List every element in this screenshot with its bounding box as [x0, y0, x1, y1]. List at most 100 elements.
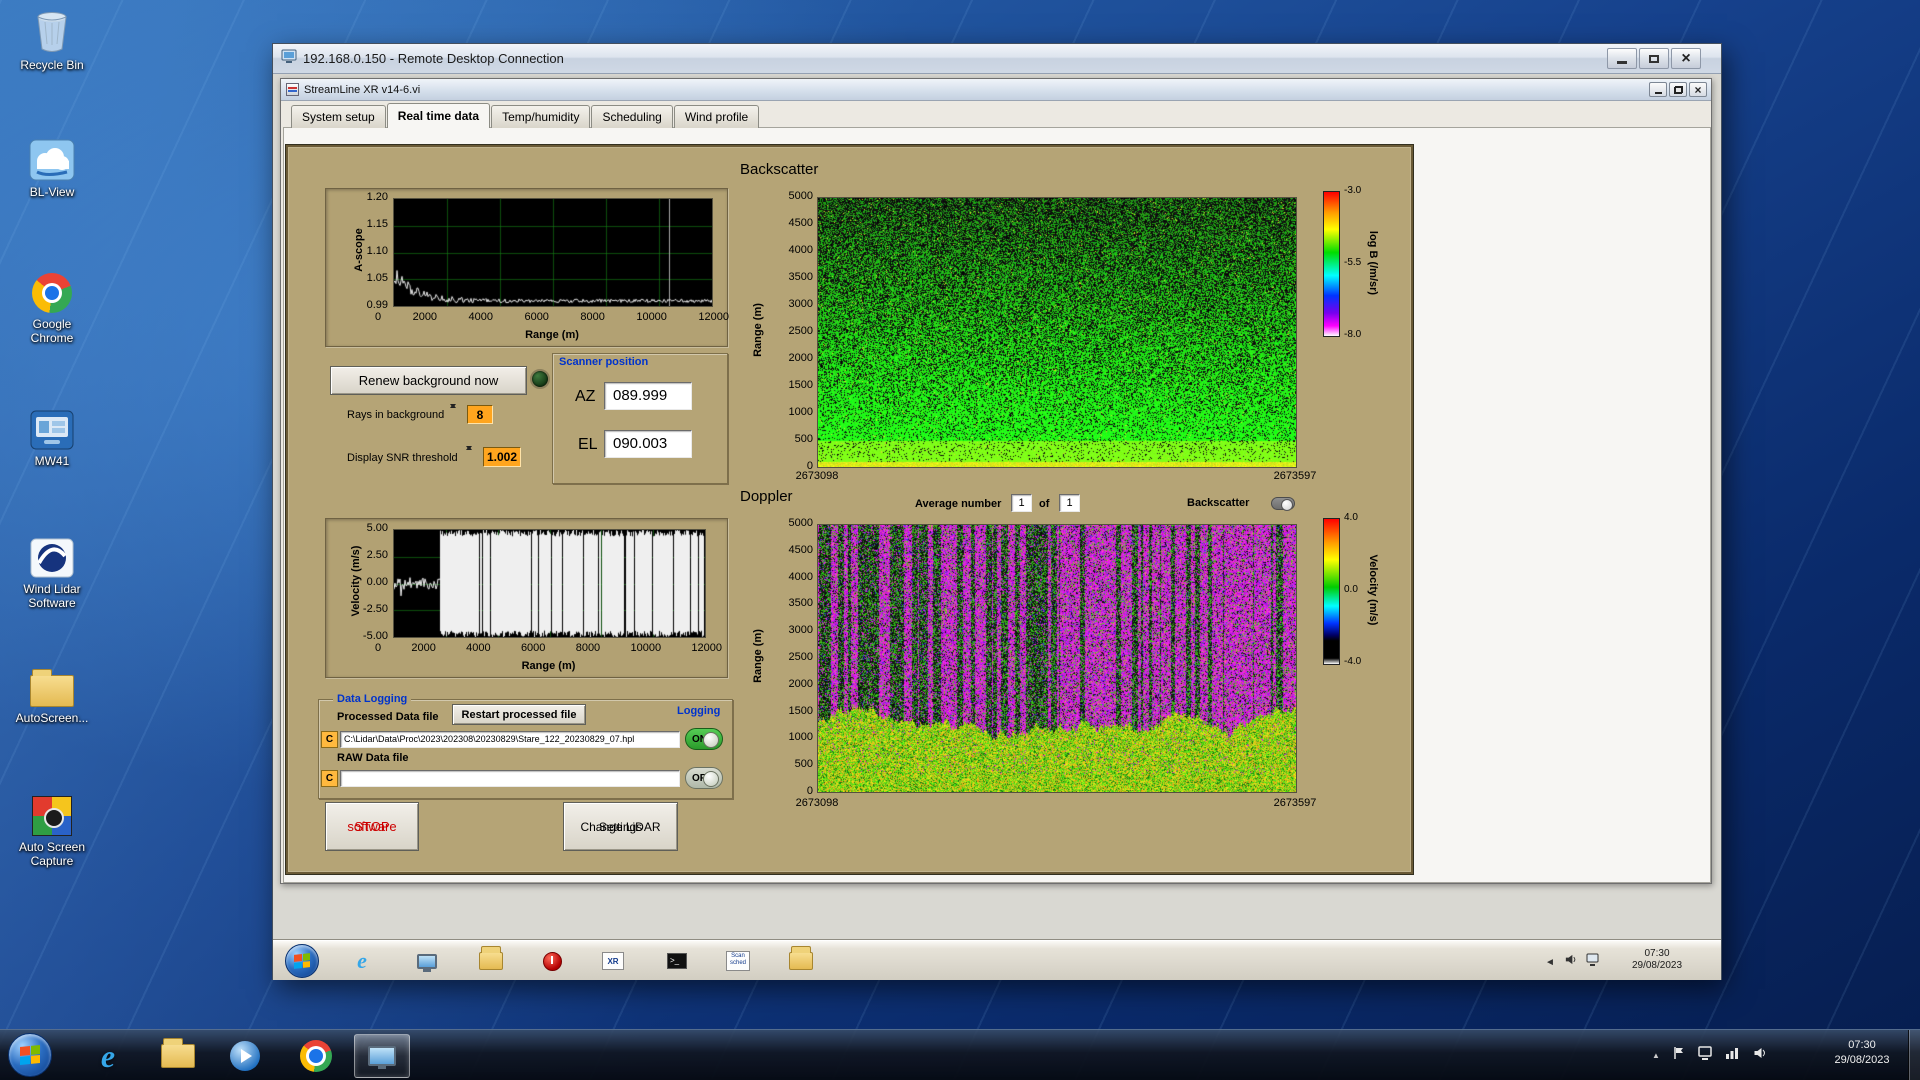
mw41-icon: [4, 404, 100, 450]
app-close-button[interactable]: ×: [1689, 82, 1707, 97]
tray-expand-icon[interactable]: ▲: [1652, 1051, 1660, 1060]
remote-task-scan-scheduler[interactable]: Scan sched: [723, 947, 753, 975]
desktop-icon-label: AutoScreen...: [15, 711, 89, 725]
streamline-titlebar[interactable]: StreamLine XR v14-6.vi ×: [281, 79, 1711, 101]
network-icon[interactable]: [1725, 1046, 1740, 1065]
change-lidar-settings-button[interactable]: Change LiDAR Settings: [563, 802, 678, 851]
speaker-icon[interactable]: [1564, 953, 1577, 971]
tab-real-time-data[interactable]: Real time data: [386, 103, 491, 128]
tab-wind-profile[interactable]: Wind profile: [673, 105, 760, 128]
processed-logging-on-switch[interactable]: ON: [685, 728, 723, 750]
tick-label: 6000: [520, 642, 546, 654]
desktop-icon-wind-lidar[interactable]: Wind Lidar Software: [4, 532, 100, 610]
average-first-field[interactable]: 1: [1011, 494, 1032, 512]
snr-value-field[interactable]: 1.002: [483, 447, 521, 467]
remote-task-internet-explorer[interactable]: e: [347, 947, 377, 975]
tick-label: 500: [794, 758, 813, 771]
taskbar-remote-desktop-active[interactable]: [354, 1034, 410, 1078]
host-clock[interactable]: 07:30 29/08/2023: [1822, 1038, 1902, 1068]
velocity-x-axis-label: Range (m): [521, 660, 576, 672]
raw-path-field[interactable]: [340, 770, 680, 787]
app-minimize-button[interactable]: [1649, 82, 1667, 97]
start-button[interactable]: [8, 1033, 52, 1077]
tab-system-setup[interactable]: System setup: [291, 105, 386, 128]
tray-collapse-icon[interactable]: ◄: [1545, 957, 1555, 968]
remote-task-bl-view[interactable]: [476, 946, 506, 975]
rdp-minimize-button[interactable]: [1607, 48, 1637, 69]
tick-label: 1500: [788, 379, 813, 391]
remote-task-power[interactable]: [537, 947, 567, 975]
rdp-titlebar[interactable]: 192.168.0.150 - Remote Desktop Connectio…: [273, 44, 1721, 74]
rays-in-background-label: Rays in background: [347, 409, 445, 421]
tick-label: 8000: [575, 642, 601, 654]
rdp-maximize-button[interactable]: [1639, 48, 1669, 69]
rays-value-field[interactable]: 8: [467, 405, 493, 424]
remote-start-button[interactable]: [285, 944, 319, 978]
renew-background-button[interactable]: Renew background now: [330, 366, 527, 395]
remote-system-tray: ◄: [1545, 953, 1600, 971]
raw-logging-off-switch[interactable]: OFF: [685, 767, 723, 789]
tick-label: 4000: [788, 244, 813, 256]
scan-scheduler-icon: Scan sched: [726, 951, 750, 971]
backscatter-map-title: Backscatter: [740, 161, 819, 178]
snr-spinner[interactable]: [466, 446, 480, 466]
el-value-field[interactable]: 090.003: [604, 430, 692, 458]
doppler-y-ticks: 5000 4500 4000 3500 3000 2500 2000 1500 1000 500 0: [773, 518, 813, 797]
tab-scheduling[interactable]: Scheduling: [591, 105, 673, 128]
raw-drive-icon[interactable]: C: [321, 770, 338, 787]
action-center-flag-icon[interactable]: [1672, 1046, 1686, 1065]
tick-label: 4000: [466, 642, 491, 654]
desktop-icon-recycle-bin[interactable]: Recycle Bin: [4, 8, 100, 72]
desktop-icon-bl-view[interactable]: BL-View: [4, 135, 100, 199]
stop-button-line2: software: [347, 819, 397, 834]
remote-task-console[interactable]: >_: [662, 947, 692, 975]
folder-icon: [479, 946, 503, 970]
remote-task-streamline-xr[interactable]: XR: [598, 947, 628, 975]
remote-clock[interactable]: 07:30 29/08/2023: [1621, 948, 1693, 972]
average-second-field[interactable]: 1: [1059, 494, 1080, 512]
tick-label: 0.00: [366, 576, 388, 588]
restart-processed-file-button[interactable]: Restart processed file: [452, 704, 586, 725]
background-led: [530, 369, 550, 389]
rays-spinner[interactable]: [450, 404, 464, 424]
bl-view-icon: [4, 135, 100, 181]
taskbar-windows-explorer[interactable]: [154, 1034, 202, 1078]
tick-label: 5000: [788, 190, 813, 202]
stop-software-button[interactable]: STOP software: [325, 802, 419, 851]
average-of-label: of: [1039, 498, 1050, 510]
tick-label: 8000: [580, 311, 605, 323]
remote-task-computer[interactable]: [412, 947, 442, 975]
el-label: EL: [578, 436, 598, 453]
tick-label: 4500: [788, 217, 813, 229]
taskbar-internet-explorer[interactable]: e: [84, 1034, 132, 1078]
show-desktop-button[interactable]: [1908, 1030, 1920, 1080]
processed-drive-icon[interactable]: C: [321, 731, 338, 748]
explorer-folder-icon: [789, 946, 813, 970]
backscatter-y-axis-label: Range (m): [752, 303, 764, 357]
app-restore-button[interactable]: [1669, 82, 1687, 97]
desktop-icon-auto-screen-capture[interactable]: Auto Screen Capture: [4, 790, 100, 868]
desktop-icon-mw41[interactable]: MW41: [4, 404, 100, 468]
ascope-plot: [393, 198, 713, 307]
taskbar-chrome[interactable]: [292, 1034, 340, 1078]
host-clock-time: 07:30: [1848, 1039, 1876, 1051]
auto-screen-capture-icon: [4, 790, 100, 836]
data-logging-title: Data Logging: [333, 693, 412, 705]
taskbar-media-player[interactable]: [221, 1034, 269, 1078]
remote-desktop-icon: [368, 1046, 396, 1069]
desktop-icon-autoscreen[interactable]: AutoScreen...: [4, 661, 100, 725]
velocity-chart-frame: Velocity (m/s) 5.00 2.50 0.00 -2.50 -5.00 02…: [325, 518, 728, 678]
backscatter-doppler-toggle[interactable]: [1271, 497, 1295, 511]
remote-task-folder[interactable]: [786, 946, 816, 975]
network-icon[interactable]: [1586, 953, 1600, 971]
az-value-field[interactable]: 089.999: [604, 382, 692, 410]
remote-taskbar: e XR >_ Scan sched ◄ 07:30 29/08/2023: [273, 940, 1721, 980]
display-icon[interactable]: [1698, 1046, 1713, 1065]
volume-icon[interactable]: [1752, 1046, 1767, 1065]
tab-temp-humidity[interactable]: Temp/humidity: [491, 105, 591, 128]
doppler-colorbar-tick: -4.0: [1344, 656, 1362, 667]
rdp-close-button[interactable]: ×: [1671, 48, 1701, 69]
processed-path-field[interactable]: C:\Lidar\Data\Proc\2023\202308\20230829\…: [340, 731, 680, 748]
desktop-icon-google-chrome[interactable]: Google Chrome: [4, 267, 100, 345]
scanner-position-title: Scanner position: [559, 356, 649, 368]
